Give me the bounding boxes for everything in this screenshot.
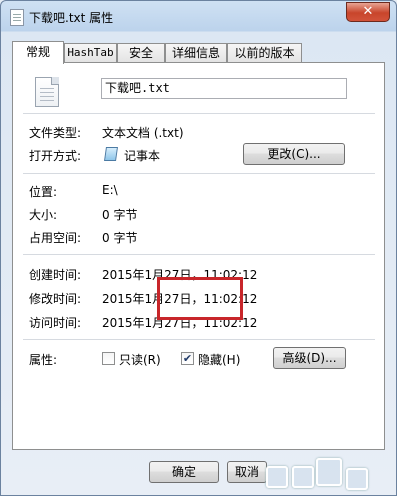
tab-strip: 常规 HashTab 安全 详细信息 以前的版本 [12,41,384,64]
change-button[interactable]: 更改(C)... [243,143,345,165]
open-with-value: 记事本 [124,149,161,163]
divider [23,254,375,255]
watermark-box [316,458,342,486]
divider [23,339,375,340]
advanced-button[interactable]: 高级(D)... [273,347,346,369]
readonly-checkbox[interactable] [102,352,115,365]
divider [23,173,375,174]
file-type-value: 文本文档 (.txt) [102,126,184,140]
hidden-attribute-highlight [157,277,243,320]
divider [23,113,375,114]
text-file-icon [35,77,59,107]
general-panel: 下载吧.txt 文件类型: 文本文档 (.txt) 打开方式: 记事本 更改(C… [12,62,385,450]
readonly-label[interactable]: 只读(R) [119,351,161,368]
modified-label: 修改时间: [29,292,82,306]
tab-previous-versions[interactable]: 以前的版本 [227,43,302,63]
window-title: 下载吧.txt 属性 [29,11,114,25]
size-on-disk-value: 0 字节 [102,231,138,245]
file-type-label: 文件类型: [29,126,82,140]
attributes-label: 属性: [29,353,58,367]
title-bar: 下载吧.txt 属性 ✕ [1,1,396,33]
hidden-checkbox[interactable]: ✔ [181,352,194,365]
tab-general[interactable]: 常规 [12,41,64,64]
created-label: 创建时间: [29,268,82,282]
size-value: 0 字节 [102,208,138,222]
open-with-label: 打开方式: [29,149,82,163]
tab-details[interactable]: 详细信息 [165,43,227,63]
cancel-button[interactable]: 取消 [227,461,267,483]
location-value: E:\ [102,183,118,197]
size-label: 大小: [29,208,58,222]
properties-window: 下载吧.txt 属性 ✕ 常规 HashTab 安全 详细信息 以前的版本 下载… [0,0,397,496]
close-button[interactable]: ✕ [346,2,390,22]
watermark-logo [266,456,384,494]
notepad-icon [104,147,118,161]
watermark-box [292,466,314,488]
accessed-label: 访问时间: [29,316,82,330]
text-file-icon [10,9,24,26]
location-label: 位置: [29,185,58,199]
tab-security[interactable]: 安全 [117,43,165,63]
ok-button[interactable]: 确定 [149,461,219,483]
hidden-label[interactable]: 隐藏(H) [198,351,240,368]
size-on-disk-label: 占用空间: [29,231,82,245]
tab-hashtab[interactable]: HashTab [64,43,117,63]
watermark-box [266,466,288,488]
watermark-box [346,468,368,490]
filename-input[interactable]: 下载吧.txt [101,78,347,99]
